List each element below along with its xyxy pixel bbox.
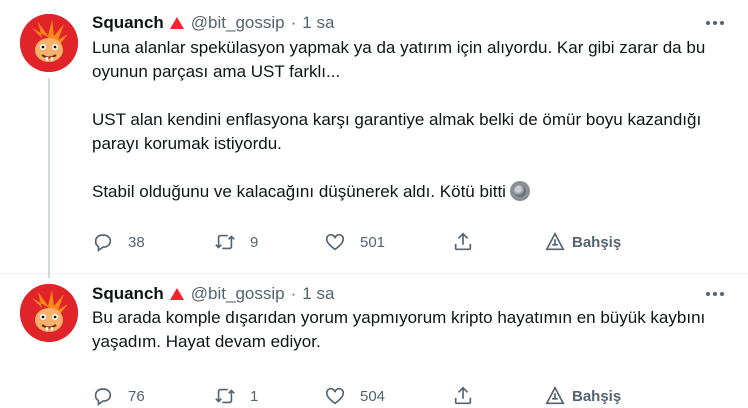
reply-button[interactable]: 38 [92,230,145,254]
more-options-icon[interactable] [702,283,728,305]
avatar-cartoon-icon [20,14,78,72]
like-count: 501 [360,233,386,251]
timestamp[interactable]: 1 sa [302,284,334,304]
retweet-count: 1 [250,387,259,405]
warning-badge-icon [169,287,185,301]
warning-badge-icon [169,16,185,30]
thread-line [48,78,50,278]
share-icon [454,386,472,405]
tweet[interactable]: Squanch @bit_gossip · 1 sa Bu arada komp… [0,274,748,408]
retweet-count: 9 [250,233,259,251]
reply-icon [94,234,112,252]
timestamp[interactable]: 1 sa [302,13,334,33]
reply-count: 76 [128,387,145,405]
retweet-icon [215,388,235,404]
author-handle[interactable]: @bit_gossip [191,13,285,33]
tip-jar-icon [545,231,565,251]
share-icon [454,232,472,251]
new-moon-face-icon [509,181,530,201]
retweet-button[interactable]: 9 [214,230,258,254]
tweet-actions: 38 9 501 Bahşiş [92,230,652,254]
tweet[interactable]: Squanch @bit_gossip · 1 sa Luna alanlar … [0,0,748,278]
tweet-header: Squanch @bit_gossip · 1 sa [92,12,334,34]
author-handle[interactable]: @bit_gossip [191,284,285,304]
tweet-paragraph: Bu arada komple dışarıdan yorum yapmıyor… [92,308,706,351]
more-options-icon[interactable] [702,12,728,34]
tweet-text: Bu arada komple dışarıdan yorum yapmıyor… [92,306,722,354]
tweet-paragraph-text: Stabil olduğunu ve kalacağını düşünerek … [92,182,506,201]
reply-count: 38 [128,233,145,251]
tweet-text: Luna alanlar spekülasyon yapmak ya da ya… [92,36,722,204]
share-button[interactable] [452,384,474,408]
retweet-icon [215,234,235,250]
tip-button[interactable]: Bahşiş [544,230,621,254]
separator-dot: · [290,284,297,303]
avatar-cartoon-icon [20,284,78,342]
tweet-paragraph: Luna alanlar spekülasyon yapmak ya da ya… [92,38,706,81]
retweet-button[interactable]: 1 [214,384,258,408]
reply-icon [94,388,112,406]
like-count: 504 [360,387,386,405]
author-name[interactable]: Squanch [92,284,164,304]
share-button[interactable] [452,230,474,254]
tip-label: Bahşiş [572,233,622,251]
avatar[interactable] [20,284,78,342]
like-button[interactable]: 501 [324,230,385,254]
tweet-paragraph: Stabil olduğunu ve kalacağını düşünerek … [92,180,722,204]
separator-dot: · [290,13,297,32]
tweet-header: Squanch @bit_gossip · 1 sa [92,283,334,305]
author-name[interactable]: Squanch [92,13,164,33]
tip-jar-icon [545,385,565,405]
reply-button[interactable]: 76 [92,384,145,408]
heart-icon [325,387,345,405]
tweet-actions: 76 1 504 Bahşiş [92,384,652,408]
tip-button[interactable]: Bahşiş [544,384,621,408]
heart-icon [325,233,345,251]
tip-label: Bahşiş [572,387,622,405]
like-button[interactable]: 504 [324,384,385,408]
tweet-paragraph: UST alan kendini enflasyona karşı garant… [92,110,702,153]
avatar[interactable] [20,14,78,72]
